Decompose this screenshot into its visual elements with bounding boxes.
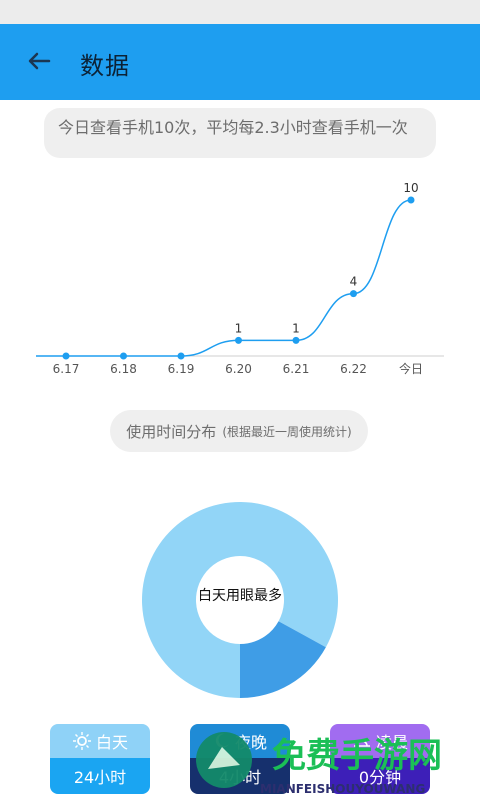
chart-x-tick: 6.19 [168, 362, 195, 376]
chart-point [292, 336, 300, 344]
back-button[interactable] [22, 44, 56, 78]
chart-x-tick: 6.21 [283, 362, 310, 376]
app-bar: 数据 [0, 24, 480, 100]
card-night-value: 4小时 [218, 768, 262, 787]
chart-x-tick: 6.22 [340, 362, 367, 376]
donut-center-label: 白天用眼最多 [198, 588, 282, 604]
distribution-note: (根据最近一周使用统计) [222, 424, 352, 439]
chart-point [62, 352, 70, 360]
distribution-title: 使用时间分布 [126, 422, 217, 441]
card-day-value: 24小时 [73, 768, 127, 787]
chart-x-tick: 今日 [399, 361, 423, 376]
distribution-header: 使用时间分布 (根据最近一周使用统计) [110, 410, 368, 452]
card-dawn-value: 0分钟 [358, 768, 402, 787]
card-night[interactable]: 夜晚 4小时 [190, 724, 290, 794]
views-line-chart: 1 1 4 10 6.17 6.18 6.19 6.20 6.21 6.22 今日 [36, 181, 444, 376]
chart-data-label: 4 [350, 275, 358, 289]
dawn-icon [353, 740, 370, 747]
chart-point [177, 352, 185, 360]
chart-data-label: 10 [403, 181, 418, 195]
summary-text: 今日查看手机10次，平均每2.3小时查看手机一次 [58, 118, 408, 137]
chart-x-tick: 6.17 [53, 362, 80, 376]
chart-point [350, 290, 357, 298]
card-day-label: 白天 [95, 733, 128, 752]
sun-icon [72, 732, 91, 750]
chart-data-label: 1 [292, 321, 300, 335]
chart-data-label: 1 [235, 321, 243, 335]
chart-point [235, 336, 242, 344]
card-dawn-label: 凌晨 [375, 733, 408, 752]
chart-point [407, 196, 415, 204]
chart-point [120, 352, 127, 360]
chart-x-tick: 6.18 [110, 362, 137, 376]
back-arrow-icon [28, 52, 51, 70]
status-bar [0, 0, 480, 24]
card-day[interactable]: 白天 24小时 [50, 724, 150, 794]
card-night-label: 夜晚 [234, 733, 267, 752]
summary-bubble: 今日查看手机10次，平均每2.3小时查看手机一次 [44, 108, 436, 158]
card-dawn[interactable]: 凌晨 0分钟 [330, 724, 430, 794]
page-title: 数据 [80, 52, 130, 80]
moon-icon [215, 733, 229, 748]
chart-x-tick: 6.20 [225, 362, 252, 376]
